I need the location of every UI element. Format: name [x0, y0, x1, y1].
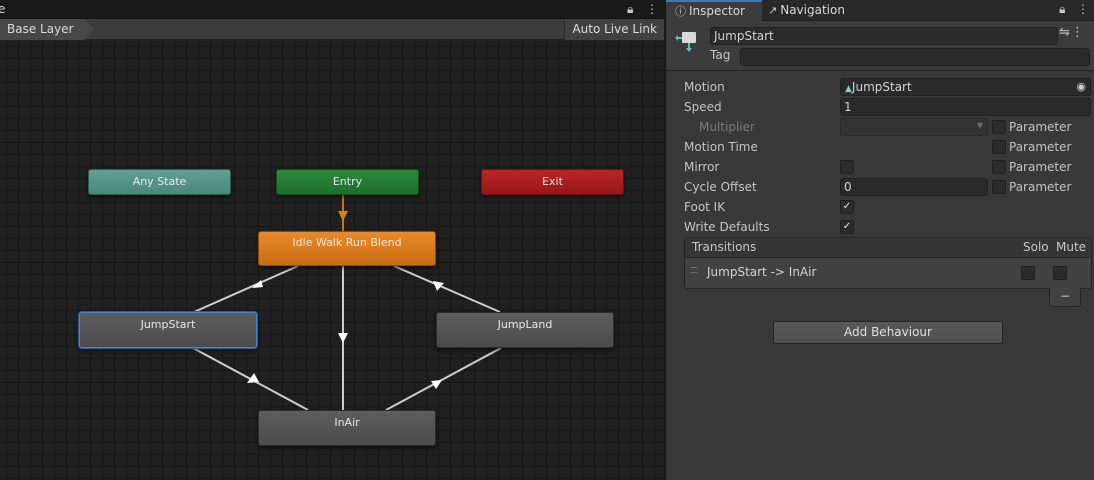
state-machine-graph[interactable]: Any State Entry Exit Idle Walk Run Blend…: [0, 40, 664, 480]
multiplier-label: Multiplier: [699, 120, 755, 134]
transitions-header: Transitions Solo Mute: [685, 238, 1091, 258]
state-name-field[interactable]: JumpStart: [710, 27, 1058, 45]
inspector-window: ⓘ Inspector ↗ Navigation 🔒︎ ⋮ JumpStart ⇋ …: [664, 0, 1094, 480]
lock-icon[interactable]: 🔒︎: [1059, 2, 1065, 17]
entry-node[interactable]: Entry: [276, 169, 419, 195]
motion-time-label: Motion Time: [684, 140, 758, 154]
mirror-parameter-label: Parameter: [1009, 160, 1072, 174]
checkmark-icon: ✓: [842, 221, 852, 232]
multiplier-dropdown[interactable]: ▼: [840, 118, 988, 136]
cycle-offset-label: Cycle Offset: [684, 180, 757, 194]
transition-idle-to-inair[interactable]: [338, 266, 348, 410]
animation-clip-icon: ▲: [845, 84, 852, 94]
transitions-list: Transitions Solo Mute ─ ─ JumpStart -> In…: [684, 237, 1092, 289]
mute-checkbox[interactable]: [1053, 266, 1067, 280]
write-defaults-label: Write Defaults: [684, 220, 770, 234]
idle-walk-run-blend-node[interactable]: Idle Walk Run Blend: [258, 231, 436, 266]
remove-transition-button[interactable]: −: [1049, 288, 1081, 307]
add-behaviour-button[interactable]: Add Behaviour: [773, 321, 1003, 344]
motion-time-parameter-checkbox[interactable]: [992, 140, 1006, 154]
transitions-title: Transitions: [692, 240, 757, 254]
foot-ik-label: Foot IK: [684, 200, 726, 214]
motion-value: JumpStart: [851, 80, 912, 94]
tab-inspector-label: Inspector: [689, 4, 745, 18]
tag-label: Tag: [710, 48, 731, 62]
motion-time-parameter-label: Parameter: [1009, 140, 1072, 154]
checkmark-icon: ✓: [842, 201, 852, 212]
motion-label: Motion: [684, 80, 725, 94]
breadcrumb-base-layer[interactable]: Base Layer: [0, 19, 93, 40]
transition-row[interactable]: ─ ─ JumpStart -> InAir: [685, 259, 1091, 288]
motion-field[interactable]: ▲JumpStart ◉: [840, 78, 1091, 96]
jumpstart-node[interactable]: JumpStart: [79, 312, 257, 348]
tab-navigation[interactable]: ↗ Navigation: [766, 0, 845, 21]
kebab-menu-icon[interactable]: ⋮: [646, 2, 658, 16]
auto-live-link-button[interactable]: Auto Live Link: [564, 19, 664, 40]
mirror-checkbox[interactable]: [840, 160, 854, 174]
inair-node[interactable]: InAir: [258, 410, 436, 446]
jumpland-node[interactable]: JumpLand: [436, 312, 614, 348]
transition-inair-to-jumpland[interactable]: [385, 347, 502, 411]
component-menu-icon[interactable]: ⋮: [1071, 25, 1084, 40]
solo-checkbox[interactable]: [1021, 266, 1035, 280]
mute-column-label: Mute: [1056, 240, 1087, 254]
tab-navigation-label: Navigation: [780, 3, 845, 17]
inspector-tab-bar: ⓘ Inspector ↗ Navigation 🔒︎ ⋮: [666, 0, 1094, 21]
drag-handle-icon[interactable]: ─ ─: [691, 264, 700, 279]
cycle-offset-field[interactable]: 0: [840, 178, 988, 196]
transition-name: JumpStart -> InAir: [707, 265, 817, 279]
multiplier-parameter-label: Parameter: [1009, 120, 1072, 134]
kebab-menu-icon[interactable]: ⋮: [1077, 2, 1089, 16]
tab-inspector[interactable]: ⓘ Inspector: [666, 0, 762, 21]
transition-idle-to-jumpland[interactable]: [393, 265, 501, 313]
animator-tab-title[interactable]: e: [0, 2, 5, 16]
tag-field[interactable]: [740, 48, 1090, 66]
cycle-offset-parameter-label: Parameter: [1009, 180, 1072, 194]
speed-label: Speed: [684, 100, 722, 114]
multiplier-parameter-checkbox[interactable]: [992, 120, 1006, 134]
settings-sliders-icon[interactable]: ⇋: [1059, 25, 1070, 40]
animator-state-icon: [675, 32, 696, 52]
lock-icon[interactable]: 🔒︎: [627, 2, 633, 17]
mirror-label: Mirror: [684, 160, 720, 174]
transition-jumpstart-to-idle[interactable]: [193, 265, 299, 313]
info-icon: ⓘ: [675, 5, 686, 18]
chevron-down-icon: ▼: [976, 121, 983, 130]
object-picker-icon[interactable]: ◉: [1076, 79, 1086, 95]
transition-jumpstart-to-inair[interactable]: [192, 347, 309, 411]
animator-toolbar: Base Layer Auto Live Link: [0, 19, 664, 40]
animator-tab-bar: e 🔒︎ ⋮: [0, 0, 664, 19]
speed-field[interactable]: 1: [840, 98, 1091, 116]
any-state-node[interactable]: Any State: [88, 169, 231, 195]
transition-entry-to-idle[interactable]: [338, 195, 348, 231]
animator-window: e 🔒︎ ⋮ Base Layer Auto Live Link Any Sta…: [0, 0, 664, 480]
foot-ik-checkbox[interactable]: ✓: [840, 200, 854, 214]
inspector-header: JumpStart ⇋ ⋮ Tag: [666, 21, 1094, 71]
cycle-offset-parameter-checkbox[interactable]: [992, 180, 1006, 194]
navigation-icon: ↗: [768, 4, 778, 17]
write-defaults-checkbox[interactable]: ✓: [840, 220, 854, 234]
mirror-parameter-checkbox[interactable]: [992, 160, 1006, 174]
solo-column-label: Solo: [1023, 240, 1049, 254]
exit-node[interactable]: Exit: [481, 169, 624, 195]
